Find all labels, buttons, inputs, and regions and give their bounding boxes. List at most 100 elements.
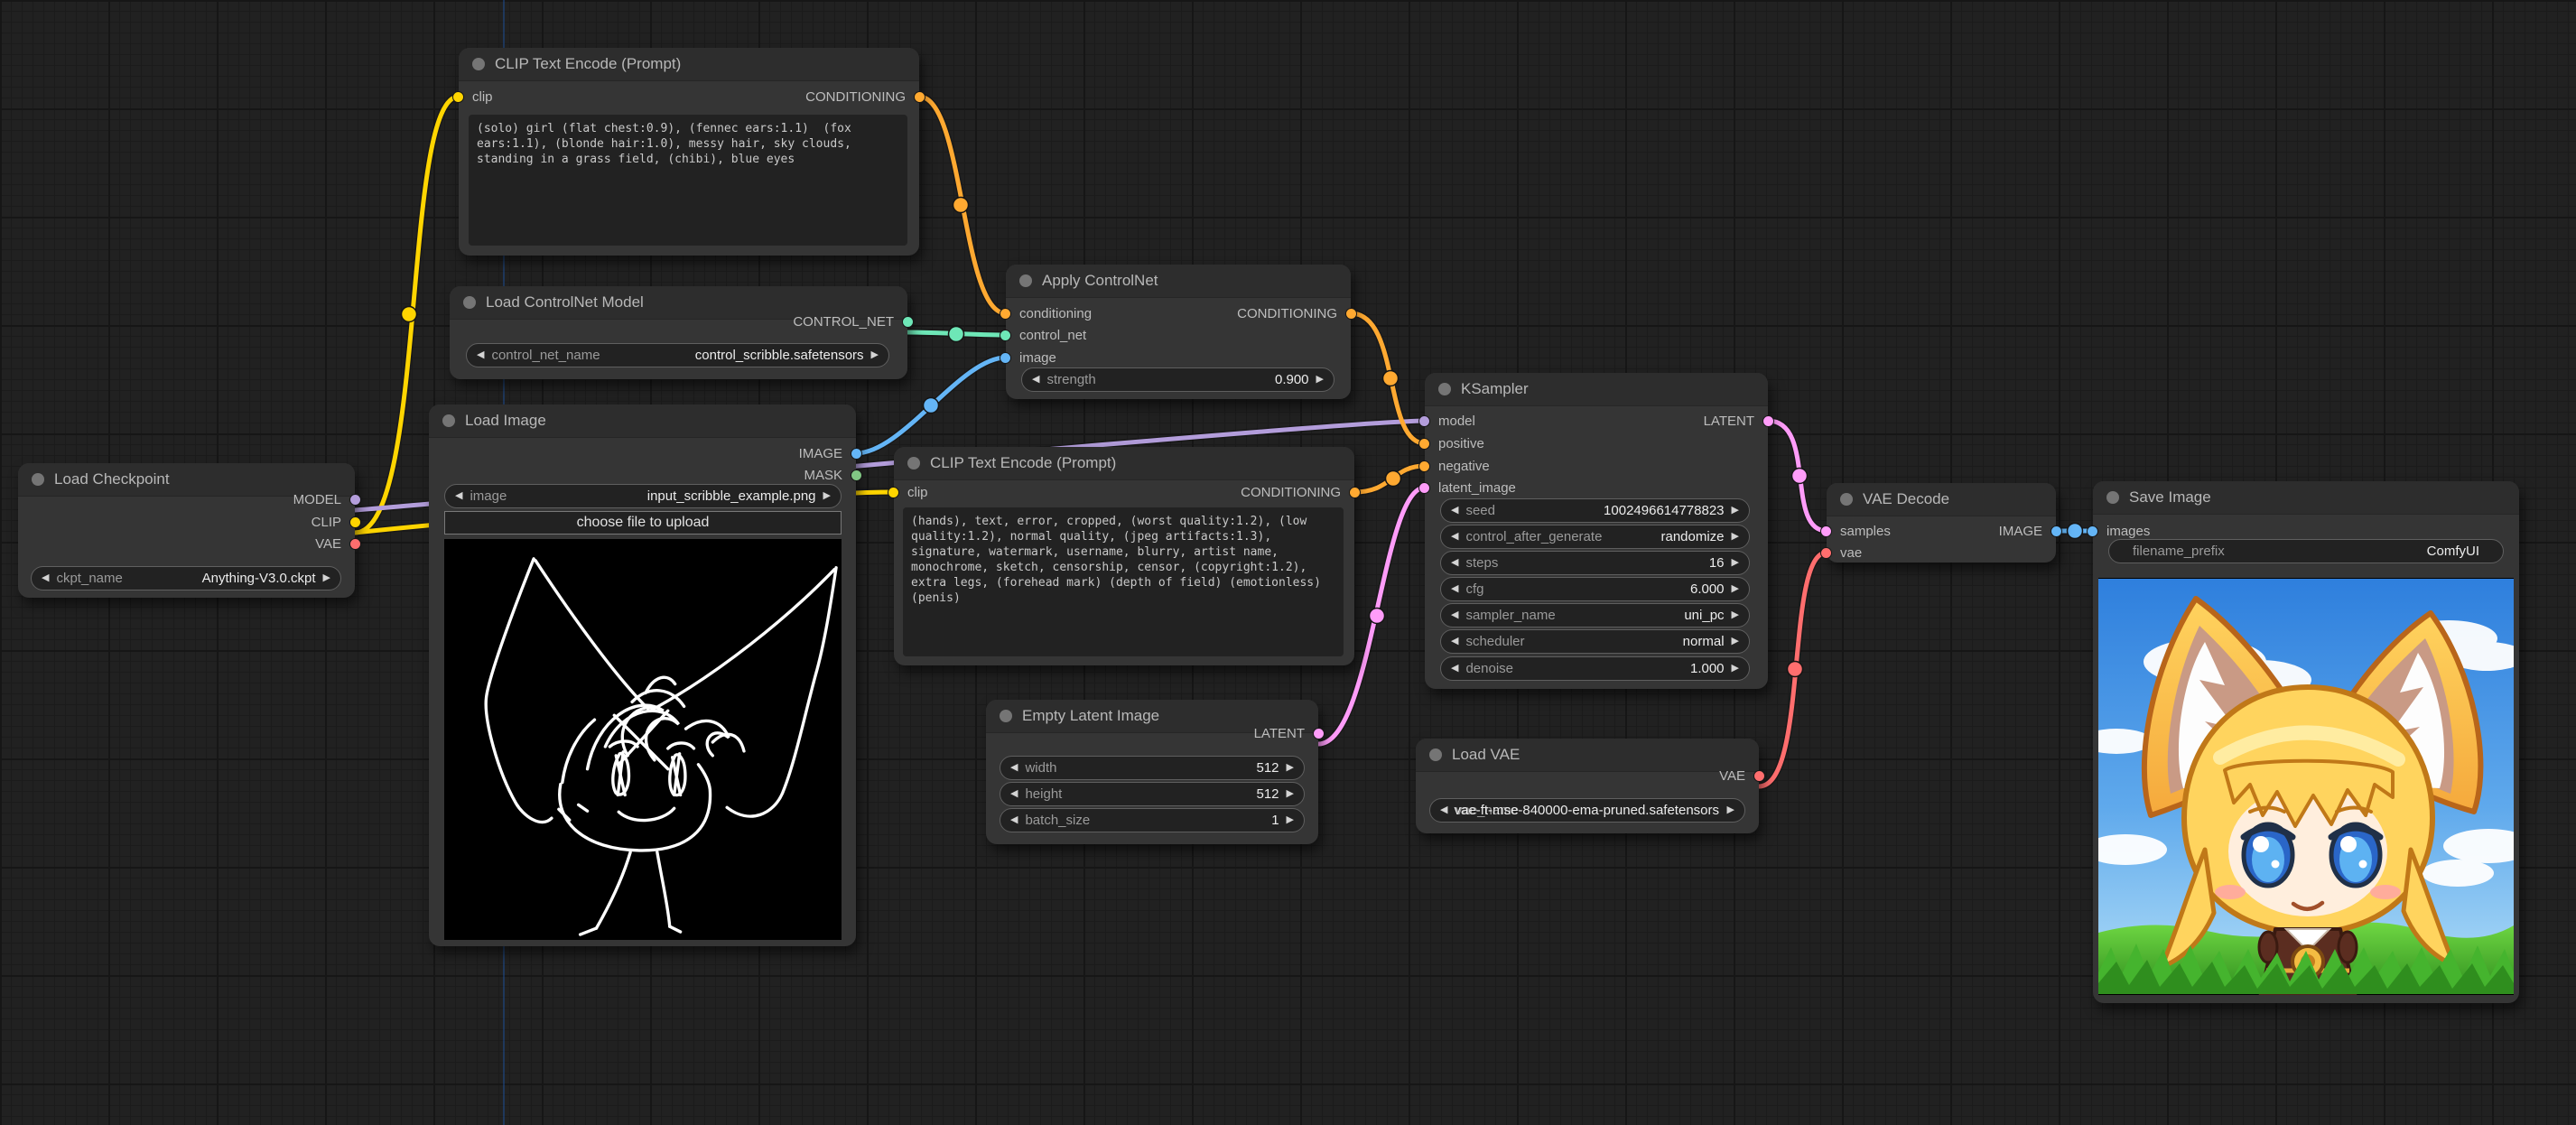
increment-arrow-icon[interactable]: ▶	[1732, 584, 1739, 594]
conditioning-port-icon[interactable]	[914, 90, 925, 103]
node-titlebar[interactable]: KSampler	[1425, 373, 1768, 406]
increment-arrow-icon[interactable]: ▶	[323, 573, 330, 583]
conditioning-port-icon[interactable]	[1418, 437, 1430, 450]
collapse-dot[interactable]	[1019, 274, 1032, 287]
collapse-dot[interactable]	[442, 414, 455, 427]
image-port-icon[interactable]	[2051, 525, 2062, 537]
widget-strength[interactable]: ◀ strength 0.900 ▶	[1021, 367, 1334, 392]
output-slot-conditioning[interactable]: CONDITIONING	[805, 86, 925, 107]
decrement-arrow-icon[interactable]: ◀	[1451, 664, 1458, 674]
input-slot-conditioning[interactable]: conditioning	[1000, 302, 1092, 324]
conditioning-port-icon[interactable]	[1418, 460, 1430, 472]
node-titlebar[interactable]: VAE Decode	[1827, 483, 2056, 516]
collapse-dot[interactable]	[1438, 383, 1451, 395]
increment-arrow-icon[interactable]: ▶	[1732, 532, 1739, 542]
input-slot-positive[interactable]: positive	[1418, 432, 1484, 454]
decrement-arrow-icon[interactable]: ◀	[42, 573, 49, 583]
input-slot-clip[interactable]: clip	[452, 86, 493, 107]
widget-control-after-generate[interactable]: ◀ control_after_generate randomize ▶	[1440, 525, 1750, 549]
widget-batch-size[interactable]: ◀ batch_size 1 ▶	[1000, 808, 1305, 832]
conditioning-port-icon[interactable]	[1345, 307, 1357, 320]
widget-cfg[interactable]: ◀ cfg 6.000 ▶	[1440, 577, 1750, 601]
increment-arrow-icon[interactable]: ▶	[1732, 558, 1739, 568]
output-slot-vae[interactable]: VAE	[1719, 765, 1765, 786]
vae-port-icon[interactable]	[349, 537, 361, 550]
decrement-arrow-icon[interactable]: ◀	[455, 491, 462, 501]
image-port-icon[interactable]	[851, 447, 862, 460]
controlnet-port-icon[interactable]	[902, 315, 914, 328]
decrement-arrow-icon[interactable]: ◀	[1451, 532, 1458, 542]
input-slot-samples[interactable]: samples	[1820, 520, 1891, 542]
output-slot-image[interactable]: IMAGE	[799, 442, 862, 464]
decrement-arrow-icon[interactable]: ◀	[1440, 805, 1447, 815]
vae-port-icon[interactable]	[1820, 546, 1832, 559]
input-slot-image[interactable]: image	[1000, 347, 1056, 368]
node-graph-canvas[interactable]: Load Checkpoint MODEL CLIP VAE ◀ ckpt_na…	[0, 0, 2576, 1125]
mask-port-icon[interactable]	[851, 469, 862, 481]
image-port-icon[interactable]	[2087, 525, 2098, 537]
widget-sampler-name[interactable]: ◀ sampler_name uni_pc ▶	[1440, 603, 1750, 628]
latent-port-icon[interactable]	[1313, 727, 1325, 739]
positive-prompt-textarea[interactable]: (solo) girl (flat chest:0.9), (fennec ea…	[469, 115, 907, 246]
model-port-icon[interactable]	[1418, 414, 1430, 427]
decrement-arrow-icon[interactable]: ◀	[1451, 506, 1458, 516]
decrement-arrow-icon[interactable]: ◀	[1451, 584, 1458, 594]
increment-arrow-icon[interactable]: ▶	[1287, 789, 1294, 799]
increment-arrow-icon[interactable]: ▶	[1287, 815, 1294, 825]
widget-seed[interactable]: ◀ seed 1002496614778823 ▶	[1440, 498, 1750, 523]
increment-arrow-icon[interactable]: ▶	[823, 491, 831, 501]
node-titlebar[interactable]: Load VAE	[1416, 739, 1759, 772]
input-slot-latent-image[interactable]: latent_image	[1418, 477, 1516, 498]
node-titlebar[interactable]: Load Image	[429, 404, 856, 438]
widget-control-net-name[interactable]: ◀ control_net_name control_scribble.safe…	[466, 343, 889, 367]
collapse-dot[interactable]	[463, 296, 476, 309]
increment-arrow-icon[interactable]: ▶	[1732, 610, 1739, 620]
collapse-dot[interactable]	[32, 473, 44, 486]
decrement-arrow-icon[interactable]: ◀	[1451, 558, 1458, 568]
decrement-arrow-icon[interactable]: ◀	[1010, 815, 1018, 825]
input-slot-vae[interactable]: vae	[1820, 542, 1862, 563]
controlnet-port-icon[interactable]	[1000, 329, 1011, 341]
increment-arrow-icon[interactable]: ▶	[1732, 506, 1739, 516]
output-slot-latent[interactable]: LATENT	[1704, 410, 1774, 432]
collapse-dot[interactable]	[907, 457, 920, 470]
increment-arrow-icon[interactable]: ▶	[1316, 375, 1324, 385]
widget-scheduler[interactable]: ◀ scheduler normal ▶	[1440, 629, 1750, 654]
latent-port-icon[interactable]	[1418, 481, 1430, 494]
increment-arrow-icon[interactable]: ▶	[1732, 637, 1739, 646]
collapse-dot[interactable]	[2106, 491, 2119, 504]
output-slot-image[interactable]: IMAGE	[1999, 520, 2062, 542]
widget-filename-prefix[interactable]: filename_prefix ComfyUI	[2108, 539, 2504, 563]
output-slot-vae[interactable]: VAE	[315, 533, 361, 554]
clip-port-icon[interactable]	[452, 90, 464, 103]
output-slot-clip[interactable]: CLIP	[312, 511, 361, 533]
increment-arrow-icon[interactable]: ▶	[1727, 805, 1734, 815]
widget-denoise[interactable]: ◀ denoise 1.000 ▶	[1440, 656, 1750, 681]
widget-ckpt-name[interactable]: ◀ ckpt_name Anything-V3.0.ckpt ▶	[31, 566, 341, 590]
collapse-dot[interactable]	[472, 58, 485, 70]
latent-port-icon[interactable]	[1762, 414, 1774, 427]
output-slot-model[interactable]: MODEL	[293, 488, 361, 510]
model-port-icon[interactable]	[349, 493, 361, 506]
clip-port-icon[interactable]	[888, 486, 899, 498]
increment-arrow-icon[interactable]: ▶	[871, 350, 879, 360]
output-slot-conditioning[interactable]: CONDITIONING	[1241, 481, 1361, 503]
decrement-arrow-icon[interactable]: ◀	[1032, 375, 1039, 385]
widget-width[interactable]: ◀ width 512 ▶	[1000, 756, 1305, 780]
latent-port-icon[interactable]	[1820, 525, 1832, 537]
output-slot-control-net[interactable]: CONTROL_NET	[793, 311, 914, 332]
decrement-arrow-icon[interactable]: ◀	[1010, 789, 1018, 799]
collapse-dot[interactable]	[1429, 748, 1442, 761]
output-slot-latent[interactable]: LATENT	[1254, 722, 1325, 744]
decrement-arrow-icon[interactable]: ◀	[1010, 763, 1018, 773]
image-port-icon[interactable]	[1000, 351, 1011, 364]
conditioning-port-icon[interactable]	[1000, 307, 1011, 320]
choose-file-button[interactable]: choose file to upload	[444, 511, 842, 535]
widget-height[interactable]: ◀ height 512 ▶	[1000, 782, 1305, 806]
output-slot-conditioning[interactable]: CONDITIONING	[1237, 302, 1357, 324]
node-titlebar[interactable]: Save Image	[2093, 481, 2519, 515]
input-slot-negative[interactable]: negative	[1418, 455, 1490, 477]
decrement-arrow-icon[interactable]: ◀	[1451, 610, 1458, 620]
collapse-dot[interactable]	[1000, 710, 1012, 722]
conditioning-port-icon[interactable]	[1349, 486, 1361, 498]
